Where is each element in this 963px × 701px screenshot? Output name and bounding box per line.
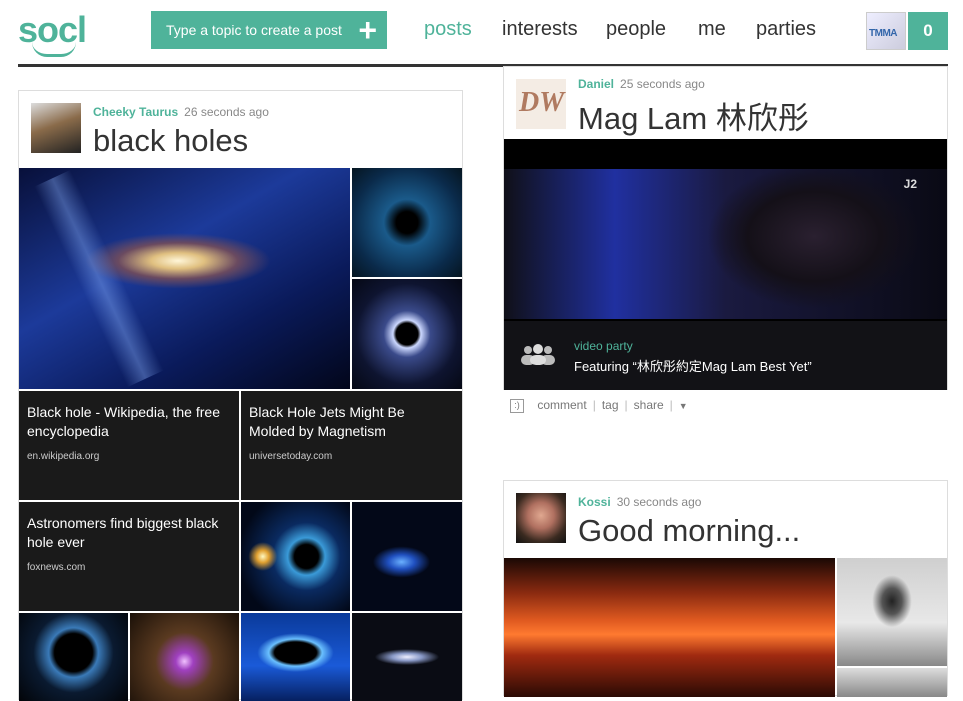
post-meta: Kossi 30 seconds ago <box>578 495 701 509</box>
nav-parties[interactable]: parties <box>756 18 816 41</box>
author-avatar-text: DW <box>519 87 565 118</box>
post-actions: :) comment | tag | share | ▼ <box>510 398 688 413</box>
video-caption-bar: video party Featuring “林欣彤約定Mag Lam Best… <box>504 321 947 390</box>
video-caption: Featuring “林欣彤約定Mag Lam Best Yet” <box>574 359 812 374</box>
post-image-thumb-6[interactable] <box>130 613 239 701</box>
jet-beam <box>34 169 164 388</box>
comment-link[interactable]: comment <box>537 398 586 412</box>
channel-logo: J2 <box>903 177 917 191</box>
post-card-mag-lam: DW Daniel 25 seconds ago Mag Lam 林欣彤 J2 v… <box>503 66 948 390</box>
link-card-wikipedia[interactable]: Black hole - Wikipedia, the free encyclo… <box>19 391 239 500</box>
share-link[interactable]: share <box>634 398 664 412</box>
create-post-button[interactable]: Type a topic to create a post + <box>151 11 387 49</box>
video-player[interactable]: J2 video party Featuring “林欣彤約定Mag Lam B… <box>504 139 947 390</box>
link-source: universetoday.com <box>249 451 333 462</box>
post-title[interactable]: Good morning... <box>578 513 800 549</box>
video-party-label[interactable]: video party <box>574 339 633 353</box>
post-image-thumb-5[interactable] <box>19 613 128 701</box>
author-avatar[interactable] <box>516 493 566 543</box>
nav-me[interactable]: me <box>698 18 726 41</box>
post-image-tree[interactable] <box>837 558 947 666</box>
post-title[interactable]: black holes <box>93 123 248 159</box>
link-card-universetoday[interactable]: Black Hole Jets Might Be Molded by Magne… <box>241 391 462 500</box>
post-image-main[interactable] <box>19 168 350 389</box>
nav-posts[interactable]: posts <box>424 18 472 41</box>
user-avatar[interactable]: TMMA <box>866 12 906 50</box>
post-time: 25 seconds ago <box>620 77 705 91</box>
post-time: 26 seconds ago <box>184 105 269 119</box>
tag-link[interactable]: tag <box>602 398 619 412</box>
plus-icon: + <box>358 12 377 48</box>
post-image-thumb-1[interactable] <box>352 168 462 277</box>
video-frame <box>504 169 947 319</box>
link-source: en.wikipedia.org <box>27 451 100 462</box>
create-post-placeholder: Type a topic to create a post <box>166 22 342 38</box>
nav-interests[interactable]: interests <box>502 18 578 41</box>
post-card-black-holes: Cheeky Taurus 26 seconds ago black holes … <box>18 90 463 701</box>
user-avatar-text: TMMA <box>869 28 898 39</box>
author-avatar[interactable]: DW <box>516 79 566 129</box>
post-title[interactable]: Mag Lam 林欣彤 <box>578 93 809 138</box>
post-image-snow[interactable] <box>837 668 947 697</box>
post-image-thumb-4[interactable] <box>352 502 462 611</box>
link-title: Black Hole Jets Might Be Molded by Magne… <box>249 404 405 439</box>
post-image-thumb-7[interactable] <box>241 613 350 701</box>
post-image-thumb-3[interactable] <box>241 502 350 611</box>
author-name[interactable]: Cheeky Taurus <box>93 105 178 119</box>
link-source: foxnews.com <box>27 562 86 573</box>
notification-count[interactable]: 0 <box>908 12 948 50</box>
post-image-thumb-8[interactable] <box>352 613 462 701</box>
author-name[interactable]: Kossi <box>578 495 611 509</box>
post-time: 30 seconds ago <box>616 495 702 509</box>
post-image-sunrise[interactable] <box>504 558 835 697</box>
comment-icon[interactable]: :) <box>510 398 524 413</box>
link-card-foxnews[interactable]: Astronomers find biggest black hole ever… <box>19 502 239 611</box>
post-card-good-morning: Kossi 30 seconds ago Good morning... <box>503 480 948 697</box>
author-avatar[interactable] <box>31 103 81 153</box>
post-meta: Daniel 25 seconds ago <box>578 77 705 91</box>
post-image-thumb-2[interactable] <box>352 279 462 389</box>
link-title: Astronomers find biggest black hole ever <box>27 515 219 550</box>
more-dropdown-icon[interactable]: ▼ <box>679 401 688 411</box>
logo-smile <box>32 42 76 57</box>
socl-logo[interactable]: socl <box>18 8 94 57</box>
author-name[interactable]: Daniel <box>578 77 614 91</box>
post-meta: Cheeky Taurus 26 seconds ago <box>93 105 269 119</box>
link-title: Black hole - Wikipedia, the free encyclo… <box>27 404 220 439</box>
nav-people[interactable]: people <box>606 18 666 41</box>
party-icon <box>520 343 556 365</box>
